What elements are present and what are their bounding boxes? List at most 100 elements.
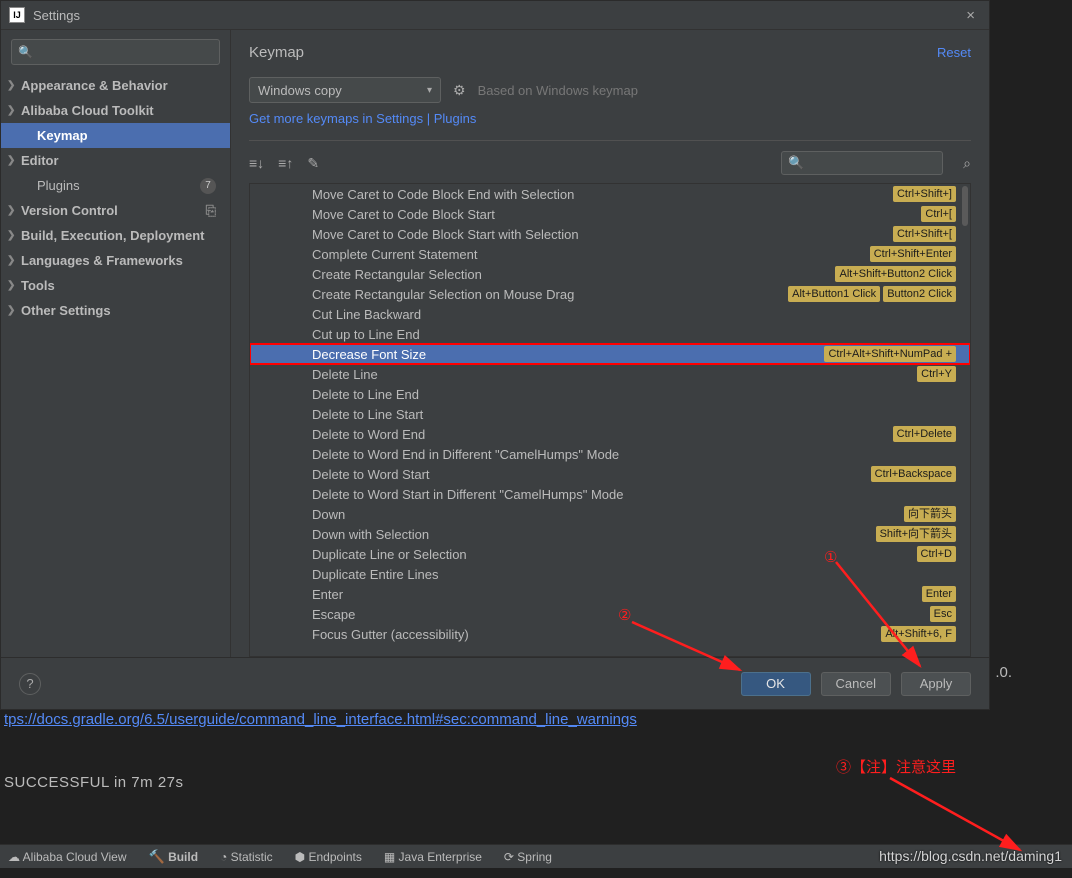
shortcuts: 向下箭头 xyxy=(904,506,956,522)
sidebar-item-languages-frameworks[interactable]: ❯Languages & Frameworks xyxy=(1,248,230,273)
sidebar-item-editor[interactable]: ❯Editor xyxy=(1,148,230,173)
gradle-docs-link[interactable]: tps://docs.gradle.org/6.5/userguide/comm… xyxy=(4,711,637,728)
keymap-row[interactable]: Move Caret to Code Block Start with Sele… xyxy=(250,224,970,244)
action-label: Delete to Word Start xyxy=(312,467,871,482)
chevron-right-icon: ❯ xyxy=(7,105,15,116)
keymap-row[interactable]: Create Rectangular SelectionAlt+Shift+Bu… xyxy=(250,264,970,284)
keymap-row[interactable]: Focus Gutter (accessibility)Alt+Shift+6,… xyxy=(250,624,970,644)
sidebar-item-appearance-behavior[interactable]: ❯Appearance & Behavior xyxy=(1,73,230,98)
chevron-right-icon: ❯ xyxy=(7,205,15,216)
shortcut-badge: Ctrl+D xyxy=(917,546,956,562)
shortcuts: Ctrl+Delete xyxy=(893,426,956,442)
keymap-row[interactable]: Decrease Font SizeCtrl+Alt+Shift+NumPad … xyxy=(250,344,970,364)
keymap-row[interactable]: Cut up to Line End xyxy=(250,324,970,344)
action-label: Complete Current Statement xyxy=(312,247,870,262)
action-label: Create Rectangular Selection on Mouse Dr… xyxy=(312,287,788,302)
sidebar-item-other-settings[interactable]: ❯Other Settings xyxy=(1,298,230,323)
close-icon[interactable]: × xyxy=(960,7,981,24)
keymap-row[interactable]: Delete to Word End in Different "CamelHu… xyxy=(250,444,970,464)
main-panel: Keymap Reset Windows copy ⚙ Based on Win… xyxy=(231,30,989,657)
shortcuts: Ctrl+D xyxy=(917,546,956,562)
tool-java-ee[interactable]: ▦ Java Enterprise xyxy=(384,850,482,864)
app-icon: IJ xyxy=(9,7,25,23)
nav-label: Tools xyxy=(21,278,55,293)
search-icon: 🔍 xyxy=(788,155,804,171)
scrollbar-thumb[interactable] xyxy=(962,186,968,226)
chevron-right-icon: ❯ xyxy=(7,305,15,316)
keymap-search[interactable]: 🔍 xyxy=(781,151,943,175)
nav-label: Editor xyxy=(21,153,59,168)
action-label: Delete to Line Start xyxy=(312,407,956,422)
find-shortcut-icon[interactable]: ⌕ xyxy=(963,155,971,172)
sidebar-search[interactable]: 🔍 xyxy=(11,39,220,65)
reset-link[interactable]: Reset xyxy=(937,45,971,60)
sidebar-item-tools[interactable]: ❯Tools xyxy=(1,273,230,298)
keymap-row[interactable]: Delete to Word StartCtrl+Backspace xyxy=(250,464,970,484)
keymap-row[interactable]: Delete to Line End xyxy=(250,384,970,404)
keymap-row[interactable]: Delete LineCtrl+Y xyxy=(250,364,970,384)
nav-label: Build, Execution, Deployment xyxy=(21,228,204,243)
annotation-2: ② xyxy=(618,606,631,624)
action-label: Create Rectangular Selection xyxy=(312,267,835,282)
more-keymaps-link[interactable]: Get more keymaps in Settings | Plugins xyxy=(249,111,971,126)
keymap-row[interactable]: Down向下箭头 xyxy=(250,504,970,524)
keymap-row[interactable]: Duplicate Line or SelectionCtrl+D xyxy=(250,544,970,564)
keymap-row[interactable]: Duplicate Entire Lines xyxy=(250,564,970,584)
expand-all-icon[interactable]: ≡↓ xyxy=(249,155,264,171)
annotation-1: ① xyxy=(824,548,837,566)
shortcuts: Ctrl+Alt+Shift+NumPad + xyxy=(824,346,956,362)
sidebar-item-version-control[interactable]: ❯Version Control⎘ xyxy=(1,198,230,223)
sidebar-item-build-execution-deployment[interactable]: ❯Build, Execution, Deployment xyxy=(1,223,230,248)
shortcut-badge: Ctrl+Shift+[ xyxy=(893,226,956,242)
action-label: Delete to Word End in Different "CamelHu… xyxy=(312,447,956,462)
keymap-row[interactable]: EnterEnter xyxy=(250,584,970,604)
titlebar: IJ Settings × xyxy=(1,1,989,30)
tool-endpoints[interactable]: ⬢ Endpoints xyxy=(295,850,362,864)
sidebar-item-alibaba-cloud-toolkit[interactable]: ❯Alibaba Cloud Toolkit xyxy=(1,98,230,123)
sidebar-item-keymap[interactable]: Keymap xyxy=(1,123,230,148)
collapse-all-icon[interactable]: ≡↑ xyxy=(278,155,293,171)
keymap-row[interactable]: Create Rectangular Selection on Mouse Dr… xyxy=(250,284,970,304)
badge: 7 xyxy=(200,178,216,194)
chevron-right-icon: ❯ xyxy=(7,80,15,91)
tool-spring[interactable]: ⟳ Spring xyxy=(504,850,552,864)
keymap-row[interactable]: Move Caret to Code Block StartCtrl+[ xyxy=(250,204,970,224)
nav-label: Plugins xyxy=(37,178,80,193)
keymap-row[interactable]: Delete to Word Start in Different "Camel… xyxy=(250,484,970,504)
action-label: Delete to Word End xyxy=(312,427,893,442)
keymap-select[interactable]: Windows copy xyxy=(249,77,441,103)
keymap-row[interactable]: Delete to Line Start xyxy=(250,404,970,424)
shortcuts: Ctrl+Shift+[ xyxy=(893,226,956,242)
tool-statistic[interactable]: ◔ Statistic xyxy=(220,850,273,864)
shortcut-badge: 向下箭头 xyxy=(904,506,956,522)
shortcut-badge: Alt+Shift+Button2 Click xyxy=(835,266,956,282)
search-icon: 🔍 xyxy=(18,45,33,59)
sidebar-search-input[interactable] xyxy=(37,45,213,59)
action-label: Move Caret to Code Block Start xyxy=(312,207,921,222)
keymap-row[interactable]: EscapeEsc xyxy=(250,604,970,624)
shortcuts: Alt+Button1 ClickButton2 Click xyxy=(788,286,956,302)
shortcut-badge: Ctrl+Backspace xyxy=(871,466,956,482)
shortcut-badge: Ctrl+[ xyxy=(921,206,956,222)
tool-alibaba[interactable]: ☁ Alibaba Cloud View xyxy=(8,850,127,864)
keymap-list[interactable]: Move Caret to Code Block End with Select… xyxy=(249,183,971,657)
sidebar-item-plugins[interactable]: Plugins 7 xyxy=(1,173,230,198)
keymap-row[interactable]: Move Caret to Code Block End with Select… xyxy=(250,184,970,204)
nav-label: Keymap xyxy=(37,128,88,143)
keymap-row[interactable]: Down with SelectionShift+向下箭头 xyxy=(250,524,970,544)
shortcut-badge: Ctrl+Alt+Shift+NumPad + xyxy=(824,346,956,362)
keymap-search-input[interactable] xyxy=(804,156,959,170)
tool-build[interactable]: 🔨 Build xyxy=(149,849,199,865)
action-label: Enter xyxy=(312,587,922,602)
gear-icon[interactable]: ⚙ xyxy=(453,82,466,99)
keymap-row[interactable]: Delete to Word EndCtrl+Delete xyxy=(250,424,970,444)
shortcuts: Ctrl+[ xyxy=(921,206,956,222)
action-label: Down xyxy=(312,507,904,522)
shortcut-badge: Alt+Shift+6, F xyxy=(881,626,956,642)
edit-icon[interactable]: ✎ xyxy=(307,155,319,172)
keymap-row[interactable]: Complete Current StatementCtrl+Shift+Ent… xyxy=(250,244,970,264)
keymap-row[interactable]: Cut Line Backward xyxy=(250,304,970,324)
action-label: Delete to Line End xyxy=(312,387,956,402)
action-label: Move Caret to Code Block Start with Sele… xyxy=(312,227,893,242)
shortcuts: Ctrl+Shift+] xyxy=(893,186,956,202)
